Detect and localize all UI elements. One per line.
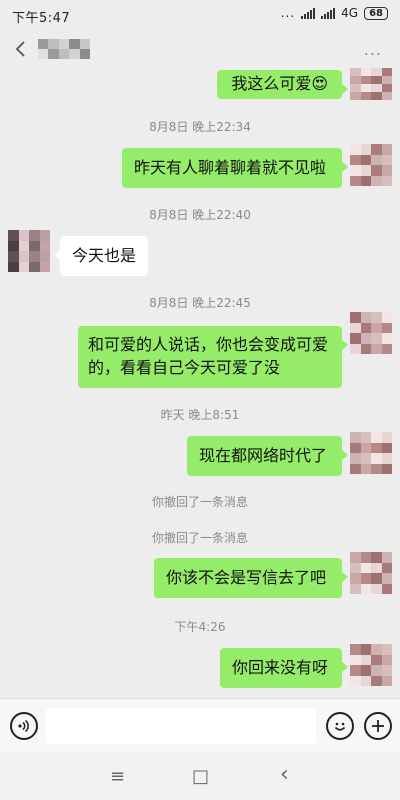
status-icons: ... 4G 68 — [281, 6, 388, 20]
message-timestamp: 8月8日 晚上22:34 — [149, 120, 251, 134]
message-input[interactable] — [46, 708, 316, 744]
home-nav-button[interactable]: □ — [192, 766, 209, 787]
notification-dots: ... — [280, 6, 296, 20]
message-timestamp: 8月8日 晚上22:45 — [149, 296, 251, 310]
avatar-self[interactable] — [350, 144, 392, 186]
plus-icon — [372, 720, 384, 732]
message-bubble-outgoing[interactable]: 你回来没有呀 — [220, 648, 348, 688]
message-bubble-outgoing[interactable]: 现在都网络时代了 — [187, 436, 348, 476]
status-time: 下午5:47 — [12, 11, 71, 26]
message-bubble-outgoing[interactable]: 昨天有人聊着聊着就不见啦 — [122, 148, 348, 188]
emoji-icon — [334, 722, 346, 731]
chat-header: ... — [0, 30, 400, 70]
back-nav-button[interactable]: ‹ — [280, 762, 289, 787]
recall-notice: 你撤回了一条消息 — [151, 531, 248, 545]
voice-icon — [18, 719, 29, 733]
signal-2-icon — [321, 7, 336, 19]
chat-screen: 下午5:47 ... 4G 68 ... 我这么可爱😍 8月8日 晚上22:34… — [0, 0, 400, 800]
avatar-self[interactable] — [350, 432, 392, 474]
avatar-contact[interactable] — [8, 230, 50, 272]
message-bubble-outgoing[interactable]: 和可爱的人说话，你也会变成可爱的，看看自己今天可爱了没 — [78, 326, 348, 388]
chevron-left-icon — [15, 41, 25, 57]
avatar-self[interactable] — [350, 68, 392, 100]
input-bar — [0, 698, 400, 752]
message-bubble-outgoing[interactable]: 你该不会是写信去了吧 — [154, 558, 348, 598]
emoji-button[interactable] — [326, 712, 354, 740]
avatar-self[interactable] — [350, 644, 392, 686]
status-bar: 下午5:47 ... 4G 68 — [0, 0, 400, 30]
battery-icon: 68 — [364, 6, 388, 20]
voice-button[interactable] — [10, 712, 38, 740]
menu-nav-button[interactable]: ≡ — [110, 766, 125, 787]
message-list[interactable]: 我这么可爱😍 8月8日 晚上22:34 昨天有人聊着聊着就不见啦 8月8日 晚上… — [0, 68, 400, 698]
message-bubble-incoming[interactable]: 今天也是 — [53, 236, 149, 276]
back-button[interactable] — [10, 38, 32, 60]
message-bubble-outgoing[interactable]: 我这么可爱😍 — [217, 70, 348, 99]
system-navigation-bar: ≡ □ ‹ — [0, 752, 400, 800]
message-timestamp: 下午4:26 — [174, 620, 226, 634]
contact-name-blurred — [38, 39, 90, 59]
avatar-self[interactable] — [350, 312, 392, 354]
message-timestamp: 8月8日 晚上22:40 — [149, 208, 251, 222]
more-button[interactable]: ... — [364, 40, 382, 59]
message-timestamp: 昨天 晚上8:51 — [160, 408, 240, 422]
avatar-self[interactable] — [350, 552, 392, 594]
signal-icon — [301, 7, 316, 19]
recall-notice: 你撤回了一条消息 — [151, 495, 248, 509]
plus-button[interactable] — [364, 712, 392, 740]
network-type: 4G — [341, 6, 359, 20]
